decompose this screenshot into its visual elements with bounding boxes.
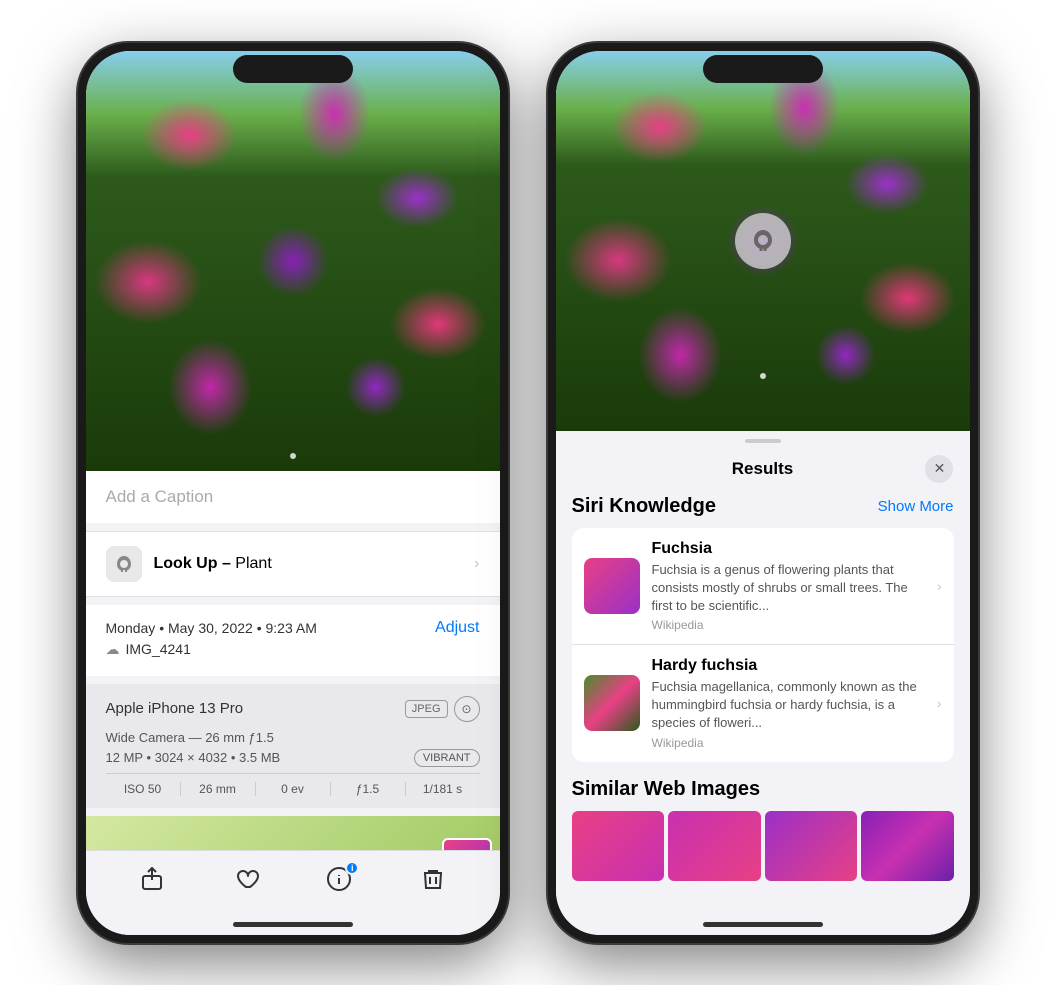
meta-filename: ☁ IMG_4241 xyxy=(106,641,191,658)
similar-title: Similar Web Images xyxy=(572,778,954,801)
meta-section: Monday • May 30, 2022 • 9:23 AM Adjust ☁… xyxy=(86,605,500,676)
similar-img-1[interactable] xyxy=(572,811,665,881)
caption-placeholder: Add a Caption xyxy=(106,487,214,506)
similar-images-row xyxy=(572,811,954,881)
fuchsia-name: Fuchsia xyxy=(652,540,925,558)
adjust-button[interactable]: Adjust xyxy=(435,619,479,637)
caption-input[interactable]: Add a Caption xyxy=(86,471,500,523)
results-panel: Results ✕ Siri Knowledge Show More xyxy=(556,431,970,915)
results-content: Siri Knowledge Show More Fuchsia Fuchsia… xyxy=(556,495,970,915)
vl-indicator xyxy=(760,373,766,379)
ev-value: 0 ev xyxy=(256,782,331,796)
toolbar: i xyxy=(86,850,500,915)
lookup-text: Look Up – Plant xyxy=(154,555,272,573)
results-title: Results xyxy=(732,459,793,479)
siri-knowledge-header: Siri Knowledge Show More xyxy=(572,495,954,518)
exif-row: ISO 50 26 mm 0 ev ƒ1.5 1/181 s xyxy=(106,773,480,796)
photo-area xyxy=(86,51,500,471)
focal-length: 26 mm xyxy=(181,782,256,796)
right-home-indicator xyxy=(556,915,970,935)
like-button[interactable] xyxy=(230,863,262,895)
device-name: Apple iPhone 13 Pro xyxy=(106,700,244,717)
device-section: Apple iPhone 13 Pro JPEG ⊙ Wide Camera —… xyxy=(86,684,500,808)
handle-bar xyxy=(745,439,781,443)
similar-section: Similar Web Images xyxy=(572,778,954,881)
share-button[interactable] xyxy=(136,863,168,895)
knowledge-item-hardy[interactable]: Hardy fuchsia Fuchsia magellanica, commo… xyxy=(572,645,954,762)
fuchsia-desc: Fuchsia is a genus of flowering plants t… xyxy=(652,561,925,616)
mp-text: 12 MP • 3024 × 4032 • 3.5 MB xyxy=(106,750,281,765)
knowledge-item-fuchsia[interactable]: Fuchsia Fuchsia is a genus of flowering … xyxy=(572,528,954,646)
fuchsia-source: Wikipedia xyxy=(652,618,925,632)
map-area[interactable] xyxy=(86,816,500,850)
hardy-text: Hardy fuchsia Fuchsia magellanica, commo… xyxy=(652,657,925,750)
location-icon: ⊙ xyxy=(454,696,480,722)
info-button[interactable]: i xyxy=(323,863,355,895)
close-button[interactable]: ✕ xyxy=(925,455,953,483)
vibrant-badge: VIBRANT xyxy=(414,749,480,767)
hardy-thumbnail xyxy=(584,675,640,731)
fuchsia-text: Fuchsia Fuchsia is a genus of flowering … xyxy=(652,540,925,633)
similar-img-4[interactable] xyxy=(861,811,954,881)
right-phone: Results ✕ Siri Knowledge Show More xyxy=(548,43,978,943)
home-bar xyxy=(233,922,353,927)
hardy-source: Wikipedia xyxy=(652,736,925,750)
lookup-row[interactable]: Look Up – Plant › xyxy=(86,531,500,597)
format-badge: JPEG xyxy=(405,700,448,718)
knowledge-card: Fuchsia Fuchsia is a genus of flowering … xyxy=(572,528,954,762)
info-area: Add a Caption Look Up – Plant › Monday xyxy=(86,471,500,850)
show-more-button[interactable]: Show More xyxy=(878,498,954,515)
leaf-icon xyxy=(114,554,134,574)
iso-value: ISO 50 xyxy=(106,782,181,796)
left-phone: Add a Caption Look Up – Plant › Monday xyxy=(78,43,508,943)
shutter-speed: 1/181 s xyxy=(406,782,480,796)
lookup-chevron: › xyxy=(474,555,479,573)
camera-spec: Wide Camera — 26 mm ƒ1.5 xyxy=(106,730,480,745)
delete-button[interactable] xyxy=(417,863,449,895)
leaf-icon-large xyxy=(749,227,777,255)
right-home-bar xyxy=(703,922,823,927)
hardy-chevron: › xyxy=(937,695,942,711)
results-header: Results ✕ xyxy=(556,451,970,495)
lookup-icon-bg xyxy=(106,546,142,582)
siri-knowledge-title: Siri Knowledge xyxy=(572,495,716,518)
right-photo-area xyxy=(556,51,970,431)
info-notification-dot: i xyxy=(345,861,359,875)
photo-indicator xyxy=(290,453,296,459)
meta-date: Monday • May 30, 2022 • 9:23 AM xyxy=(106,620,317,636)
drag-handle[interactable] xyxy=(556,431,970,451)
fuchsia-thumbnail xyxy=(584,558,640,614)
similar-img-3[interactable] xyxy=(765,811,858,881)
photo-thumbnail xyxy=(442,838,492,850)
hardy-desc: Fuchsia magellanica, commonly known as t… xyxy=(652,678,925,733)
similar-img-2[interactable] xyxy=(668,811,761,881)
fuchsia-chevron: › xyxy=(937,578,942,594)
aperture-value: ƒ1.5 xyxy=(331,782,406,796)
home-indicator xyxy=(86,915,500,935)
cloud-icon: ☁ xyxy=(106,641,120,658)
hardy-name: Hardy fuchsia xyxy=(652,657,925,675)
visual-lookup-button[interactable] xyxy=(735,213,791,269)
